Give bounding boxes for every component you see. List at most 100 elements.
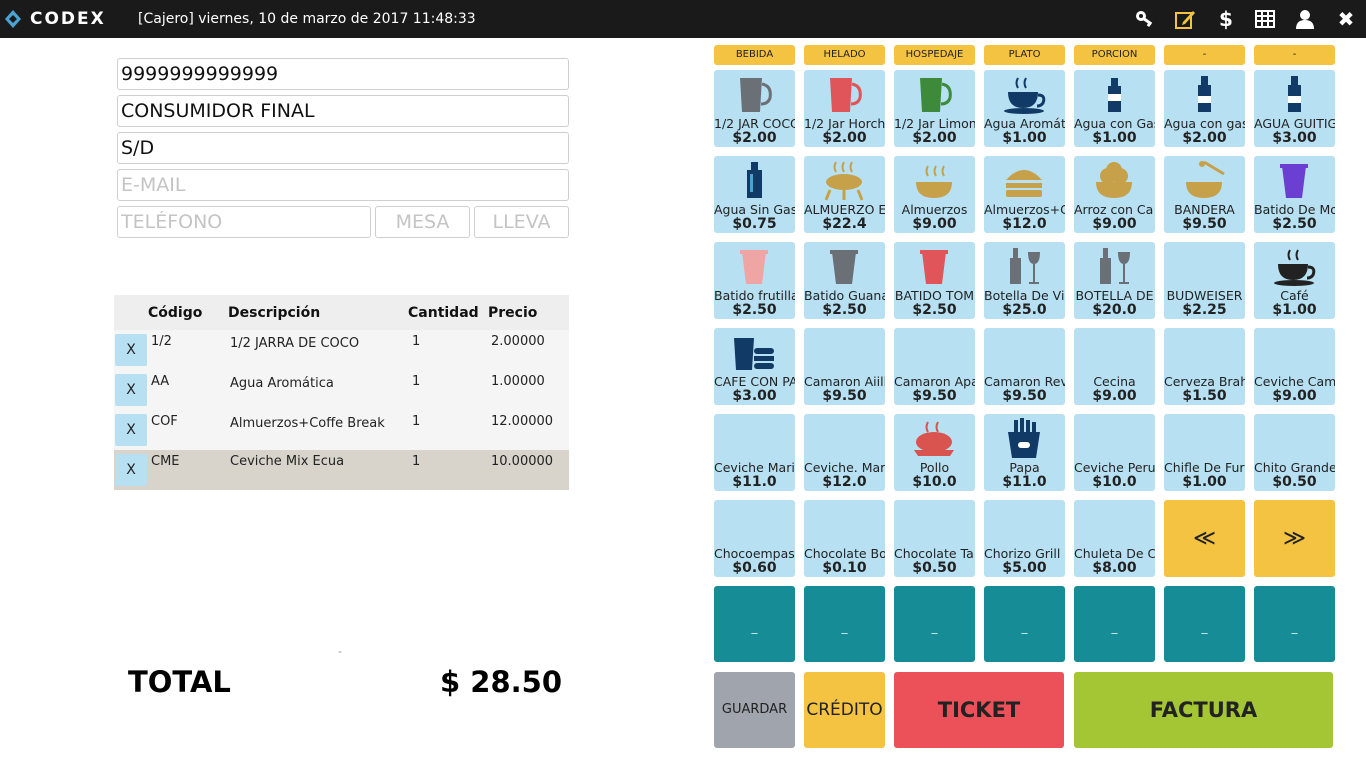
- category-tab-empty[interactable]: -: [1254, 45, 1335, 65]
- ticket-button[interactable]: TICKET: [894, 672, 1064, 748]
- next-page-button[interactable]: ≫: [1254, 500, 1335, 577]
- product-name: Chito Grande: [1254, 460, 1335, 475]
- product-card[interactable]: Pollo $10.0: [894, 414, 975, 491]
- category-tab-hospedaje[interactable]: HOSPEDAJE: [894, 45, 975, 65]
- product-card[interactable]: Cecina $9.00: [1074, 328, 1155, 405]
- product-name: Batido Guana: [804, 288, 885, 303]
- product-card[interactable]: Botella De Vi $25.0: [984, 242, 1065, 319]
- product-card[interactable]: CAFE CON PA $3.00: [714, 328, 795, 405]
- category-tab-bebida[interactable]: BEBIDA: [714, 45, 795, 65]
- close-icon[interactable]: ✖: [1334, 8, 1358, 30]
- product-card[interactable]: Chorizo Grill $5.00: [984, 500, 1065, 577]
- product-card[interactable]: BATIDO TOM $2.50: [894, 242, 975, 319]
- address-field[interactable]: [117, 132, 569, 164]
- product-card[interactable]: Ceviche Mari $11.0: [714, 414, 795, 491]
- category-tab-porcion[interactable]: PORCION: [1074, 45, 1155, 65]
- lleva-field[interactable]: [474, 206, 569, 238]
- product-card[interactable]: 1/2 Jar Limon $2.00: [894, 70, 975, 147]
- mesa-field[interactable]: [375, 206, 470, 238]
- phone-field[interactable]: [117, 206, 371, 238]
- product-card[interactable]: Agua con gas $2.00: [1164, 70, 1245, 147]
- product-card[interactable]: Arroz con Ca $9.00: [1074, 156, 1155, 233]
- empty-slot-button[interactable]: _: [984, 586, 1065, 662]
- customer-name-field[interactable]: [117, 95, 569, 127]
- edit-icon[interactable]: [1174, 8, 1198, 30]
- category-tab-helado[interactable]: HELADO: [804, 45, 885, 65]
- product-card[interactable]: Batido frutilla $2.50: [714, 242, 795, 319]
- remove-item-button[interactable]: X: [115, 454, 147, 486]
- prev-page-button[interactable]: ≪: [1164, 500, 1245, 577]
- user-icon[interactable]: [1294, 8, 1318, 30]
- table-row[interactable]: X COF Almuerzos+Coffe Break 1 12.00000: [114, 410, 569, 450]
- product-card[interactable]: Camaron Rev $9.50: [984, 328, 1065, 405]
- brand-name: CODEX: [30, 9, 106, 29]
- factura-button[interactable]: FACTURA: [1074, 672, 1333, 748]
- empty-slot-button[interactable]: _: [1254, 586, 1335, 662]
- empty-slot-button[interactable]: _: [714, 586, 795, 662]
- ticket-header: Código Descripción Cantidad Precio: [114, 295, 569, 330]
- ruc-field[interactable]: [117, 58, 569, 90]
- product-card[interactable]: 1/2 JAR COCO $2.00: [714, 70, 795, 147]
- product-price: $9.00: [1092, 388, 1137, 404]
- credito-button[interactable]: CRÉDITO: [804, 672, 885, 748]
- product-card[interactable]: Batido Guana $2.50: [804, 242, 885, 319]
- category-tab-empty[interactable]: -: [1164, 45, 1245, 65]
- product-card[interactable]: Chito Grande $0.50: [1254, 414, 1335, 491]
- table-row[interactable]: X 1/2 1/2 JARRA DE COCO 1 2.00000: [114, 330, 569, 370]
- table-icon[interactable]: [1254, 8, 1278, 30]
- separator-dash: -: [338, 644, 342, 658]
- empty-slot-button[interactable]: _: [894, 586, 975, 662]
- product-price: $2.50: [1272, 216, 1317, 232]
- product-price: $22.4: [822, 216, 867, 232]
- product-price: $2.00: [912, 130, 957, 146]
- product-card[interactable]: BANDERA $9.50: [1164, 156, 1245, 233]
- product-card[interactable]: AGUA GUITIG $3.00: [1254, 70, 1335, 147]
- product-price: $9.50: [1002, 388, 1047, 404]
- product-card[interactable]: Agua Aromát $1.00: [984, 70, 1065, 147]
- product-card[interactable]: Chuleta De C $8.00: [1074, 500, 1155, 577]
- product-card[interactable]: Chifle De Fur $1.00: [1164, 414, 1245, 491]
- product-card[interactable]: BUDWEISER $2.25: [1164, 242, 1245, 319]
- key-icon[interactable]: [1134, 8, 1158, 30]
- product-card[interactable]: Papa $11.0: [984, 414, 1065, 491]
- guardar-button[interactable]: GUARDAR: [714, 672, 795, 748]
- product-card[interactable]: Café $1.00: [1254, 242, 1335, 319]
- empty-slot-button[interactable]: _: [1164, 586, 1245, 662]
- product-card[interactable]: Chocolate Bo $0.10: [804, 500, 885, 577]
- product-card[interactable]: Chocoempast $0.60: [714, 500, 795, 577]
- email-field[interactable]: [117, 169, 569, 201]
- product-card[interactable]: Almuerzos $9.00: [894, 156, 975, 233]
- product-name: Cerveza Brah: [1164, 374, 1245, 389]
- product-price: $2.50: [732, 302, 777, 318]
- product-card[interactable]: Agua Sin Gas $0.75: [714, 156, 795, 233]
- product-price: $0.10: [822, 560, 867, 576]
- col-quantity-header: Cantidad: [408, 305, 479, 321]
- product-card[interactable]: Batido De Mo $2.50: [1254, 156, 1335, 233]
- product-card[interactable]: BOTELLA DE $20.0: [1074, 242, 1155, 319]
- table-row[interactable]: X CME Ceviche Mix Ecua 1 10.00000: [114, 450, 569, 490]
- product-card[interactable]: Camaron Aiill $9.50: [804, 328, 885, 405]
- remove-item-button[interactable]: X: [115, 334, 147, 366]
- remove-item-button[interactable]: X: [115, 414, 147, 446]
- table-row[interactable]: X AA Agua Aromática 1 1.00000: [114, 370, 569, 410]
- product-card[interactable]: Chocolate Ta $0.50: [894, 500, 975, 577]
- product-card[interactable]: Almuerzos+C $12.0: [984, 156, 1065, 233]
- product-name: Ceviche Mari: [714, 460, 795, 475]
- empty-slot-button[interactable]: _: [804, 586, 885, 662]
- product-card[interactable]: Ceviche Cam $9.00: [1254, 328, 1335, 405]
- dollar-icon[interactable]: $: [1214, 8, 1238, 30]
- product-card[interactable]: ALMUERZO E $22.4: [804, 156, 885, 233]
- product-card[interactable]: Cerveza Brah $1.50: [1164, 328, 1245, 405]
- product-name: Agua Aromát: [984, 116, 1065, 131]
- category-tab-plato[interactable]: PLATO: [984, 45, 1065, 65]
- product-card[interactable]: Camaron Apa $9.50: [894, 328, 975, 405]
- product-name: Chifle De Fur: [1164, 460, 1245, 475]
- product-card[interactable]: Ceviche. Mar $12.0: [804, 414, 885, 491]
- product-price: $12.0: [822, 474, 867, 490]
- remove-item-button[interactable]: X: [115, 374, 147, 406]
- product-card[interactable]: 1/2 Jar Horch $2.00: [804, 70, 885, 147]
- empty-slot-button[interactable]: _: [1074, 586, 1155, 662]
- product-name: Chocolate Ta: [894, 546, 974, 561]
- product-card[interactable]: Agua con Gas $1.00: [1074, 70, 1155, 147]
- product-card[interactable]: Ceviche Peru $10.0: [1074, 414, 1155, 491]
